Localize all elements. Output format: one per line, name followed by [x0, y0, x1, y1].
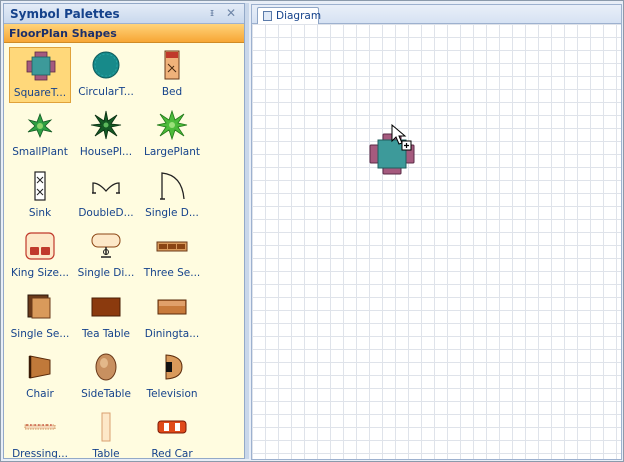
palette-item-single-seater[interactable]: Single Se...: [9, 289, 71, 345]
document-tabstrip: Diagram: [252, 5, 621, 24]
palette-group-header[interactable]: FloorPlan Shapes: [4, 24, 244, 43]
palette-item-label: King Size...: [10, 267, 70, 279]
dressing-table-icon: [24, 424, 56, 430]
palette-item-single-door[interactable]: Single D...: [141, 168, 203, 224]
palette-item-house-plant[interactable]: HousePl...: [75, 107, 137, 163]
palette-item-circular-table[interactable]: CircularT...: [75, 47, 137, 103]
palette-item-label: CircularT...: [78, 86, 134, 98]
palette-item-red-car[interactable]: Red Car: [141, 409, 203, 459]
three-seater-icon: [156, 241, 188, 252]
tab-label: Diagram: [276, 10, 322, 22]
palette-item-label: Television: [146, 388, 198, 400]
sink-icon: [34, 171, 46, 201]
square-table-icon: [26, 51, 56, 81]
palette-item-square-table[interactable]: SquareT...: [9, 47, 71, 103]
palette-item-label: Dressing...: [12, 448, 68, 459]
diagram-canvas[interactable]: [252, 24, 621, 459]
circular-table-icon: [92, 51, 120, 79]
palette-item-dining-table[interactable]: Diningta...: [141, 289, 203, 345]
house-plant-icon: [90, 110, 122, 140]
palette-item-label: SideTable: [81, 388, 131, 400]
bed-icon: [164, 50, 180, 80]
symbol-palette-panel: Symbol Palettes ᵻ ✕ FloorPlan Shapes Squ…: [3, 3, 245, 459]
palette-item-small-plant[interactable]: SmallPlant: [9, 107, 71, 163]
palette-item-television[interactable]: Television: [141, 349, 203, 405]
palette-item-table[interactable]: Table: [75, 409, 137, 459]
diagram-document: Diagram: [251, 4, 622, 460]
palette-item-label: SmallPlant: [12, 146, 68, 158]
document-icon: [263, 11, 272, 21]
palette-item-label: LargePlant: [144, 146, 200, 158]
chair-icon: [28, 355, 51, 379]
palette-item-single-dining[interactable]: Single Di...: [75, 228, 137, 284]
tab-diagram[interactable]: Diagram: [257, 7, 322, 24]
palette-item-king-size-bed[interactable]: King Size...: [9, 228, 71, 284]
palette-item-large-plant[interactable]: LargePlant: [141, 107, 203, 163]
single-seater-icon: [27, 294, 51, 319]
palette-header: Symbol Palettes ᵻ ✕: [4, 4, 244, 24]
palette-item-dressing-table[interactable]: Dressing...: [9, 409, 71, 459]
television-icon: [165, 354, 183, 380]
palette-item-sink[interactable]: Sink: [9, 168, 71, 224]
palette-item-label: Single Se...: [10, 328, 70, 340]
palette-item-label: Three Se...: [143, 267, 201, 279]
single-door-icon: [160, 172, 185, 200]
palette-item-double-door[interactable]: DoubleD...: [75, 168, 137, 224]
side-table-icon: [95, 353, 117, 381]
close-icon[interactable]: ✕: [225, 7, 237, 19]
palette-item-chair[interactable]: Chair: [9, 349, 71, 405]
palette-item-side-table[interactable]: SideTable: [75, 349, 137, 405]
palette-item-label: DoubleD...: [78, 207, 134, 219]
palette-item-label: Tea Table: [81, 328, 130, 340]
palette-item-label: Bed: [161, 86, 183, 98]
palette-group-title: FloorPlan Shapes: [9, 27, 117, 40]
tea-table-icon: [91, 297, 121, 317]
table-icon: [101, 412, 111, 442]
palette-item-label: Single Di...: [77, 267, 135, 279]
palette-item-label: Sink: [28, 207, 52, 219]
palette-item-label: Single D...: [145, 207, 199, 219]
palette-item-label: Table: [92, 448, 120, 459]
king-size-bed-icon: [25, 232, 55, 260]
palette-item-label: SquareT...: [13, 87, 67, 99]
drag-copy-cursor-icon: [391, 124, 412, 151]
palette-title: Symbol Palettes: [10, 7, 120, 21]
single-dining-icon: [91, 233, 121, 258]
app-window: Symbol Palettes ᵻ ✕ FloorPlan Shapes Squ…: [0, 0, 624, 462]
dining-table-icon: [157, 299, 187, 315]
palette-item-label: Chair: [26, 388, 54, 400]
double-door-icon: [92, 182, 120, 194]
palette-item-three-seater[interactable]: Three Se...: [141, 228, 203, 284]
small-plant-icon: [27, 112, 53, 139]
pin-icon[interactable]: ᵻ: [206, 7, 218, 19]
large-plant-icon: [156, 110, 188, 140]
panel-splitter[interactable]: [245, 3, 249, 459]
palette-item-bed[interactable]: Bed: [141, 47, 203, 103]
palette-item-label: Diningta...: [144, 328, 200, 340]
red-car-icon: [157, 420, 187, 434]
palette-item-label: Red Car: [151, 448, 193, 459]
palette-item-label: HousePl...: [79, 146, 133, 158]
palette-item-tea-table[interactable]: Tea Table: [75, 289, 137, 345]
symbol-grid: SquareT... CircularT... Bed SmallPlant H…: [7, 47, 203, 459]
